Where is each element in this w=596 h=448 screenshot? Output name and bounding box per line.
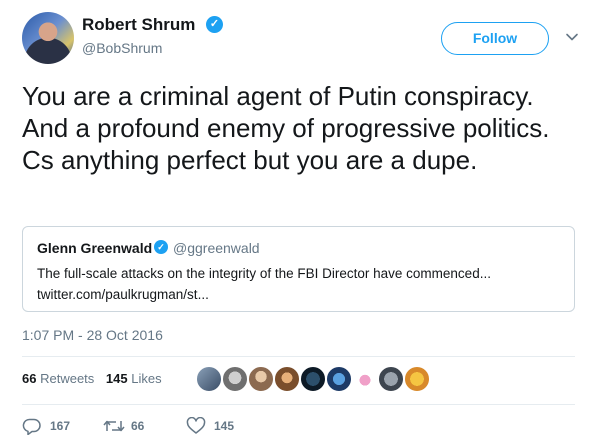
like-icon bbox=[186, 417, 206, 434]
quoted-link[interactable]: twitter.com/paulkrugman/st... bbox=[37, 284, 562, 305]
liker-avatar[interactable] bbox=[404, 366, 430, 392]
retweet-button[interactable]: 66 bbox=[103, 417, 173, 435]
author-avatar[interactable] bbox=[22, 12, 74, 64]
verified-badge-icon: ✓ bbox=[206, 16, 223, 33]
liker-avatar[interactable] bbox=[248, 366, 274, 392]
chevron-down-icon[interactable] bbox=[565, 30, 579, 44]
liker-avatar[interactable] bbox=[326, 366, 352, 392]
liker-avatar[interactable] bbox=[300, 366, 326, 392]
divider bbox=[22, 356, 575, 357]
author-name[interactable]: Robert Shrum bbox=[82, 15, 195, 35]
reply-count: 167 bbox=[50, 419, 71, 433]
quoted-author-handle: @ggreenwald bbox=[173, 240, 260, 256]
tweet-text: You are a criminal agent of Putin conspi… bbox=[22, 81, 550, 175]
likes-count: 145 bbox=[105, 371, 128, 386]
engagement-stats: 66 Retweets 145 Likes bbox=[22, 371, 162, 386]
likes-label: Likes bbox=[131, 371, 162, 386]
retweets-count: 66 bbox=[22, 371, 37, 386]
tweet-timestamp[interactable]: 1:07 PM - 28 Oct 2016 bbox=[22, 327, 163, 343]
author-handle[interactable]: @BobShrum bbox=[82, 40, 162, 56]
like-button[interactable]: 145 bbox=[186, 417, 256, 435]
retweets-label: Retweets bbox=[40, 371, 95, 386]
quoted-tweet[interactable]: Glenn Greenwald ✓ @ggreenwald The full-s… bbox=[22, 226, 575, 312]
liker-avatar[interactable] bbox=[352, 366, 378, 392]
reply-icon bbox=[22, 418, 41, 435]
liker-avatar[interactable] bbox=[222, 366, 248, 392]
quoted-text-line: The full-scale attacks on the integrity … bbox=[37, 266, 491, 281]
retweet-count: 66 bbox=[131, 419, 145, 433]
divider bbox=[22, 404, 575, 405]
verified-badge-icon: ✓ bbox=[154, 240, 168, 254]
likes-stat[interactable]: 145 Likes bbox=[106, 371, 162, 386]
follow-button[interactable]: Follow bbox=[441, 22, 549, 55]
retweet-icon bbox=[103, 420, 125, 432]
reply-button[interactable]: 167 bbox=[22, 417, 92, 435]
retweets-stat[interactable]: 66 Retweets bbox=[22, 371, 94, 386]
liker-avatar[interactable] bbox=[378, 366, 404, 392]
quoted-tweet-text: The full-scale attacks on the integrity … bbox=[37, 263, 562, 305]
tweet-card: Robert Shrum ✓ @BobShrum Follow You are … bbox=[0, 0, 596, 448]
liker-avatar[interactable] bbox=[274, 366, 300, 392]
liker-avatar[interactable] bbox=[196, 366, 222, 392]
like-count: 145 bbox=[214, 419, 235, 433]
quoted-author-name: Glenn Greenwald bbox=[37, 240, 153, 256]
